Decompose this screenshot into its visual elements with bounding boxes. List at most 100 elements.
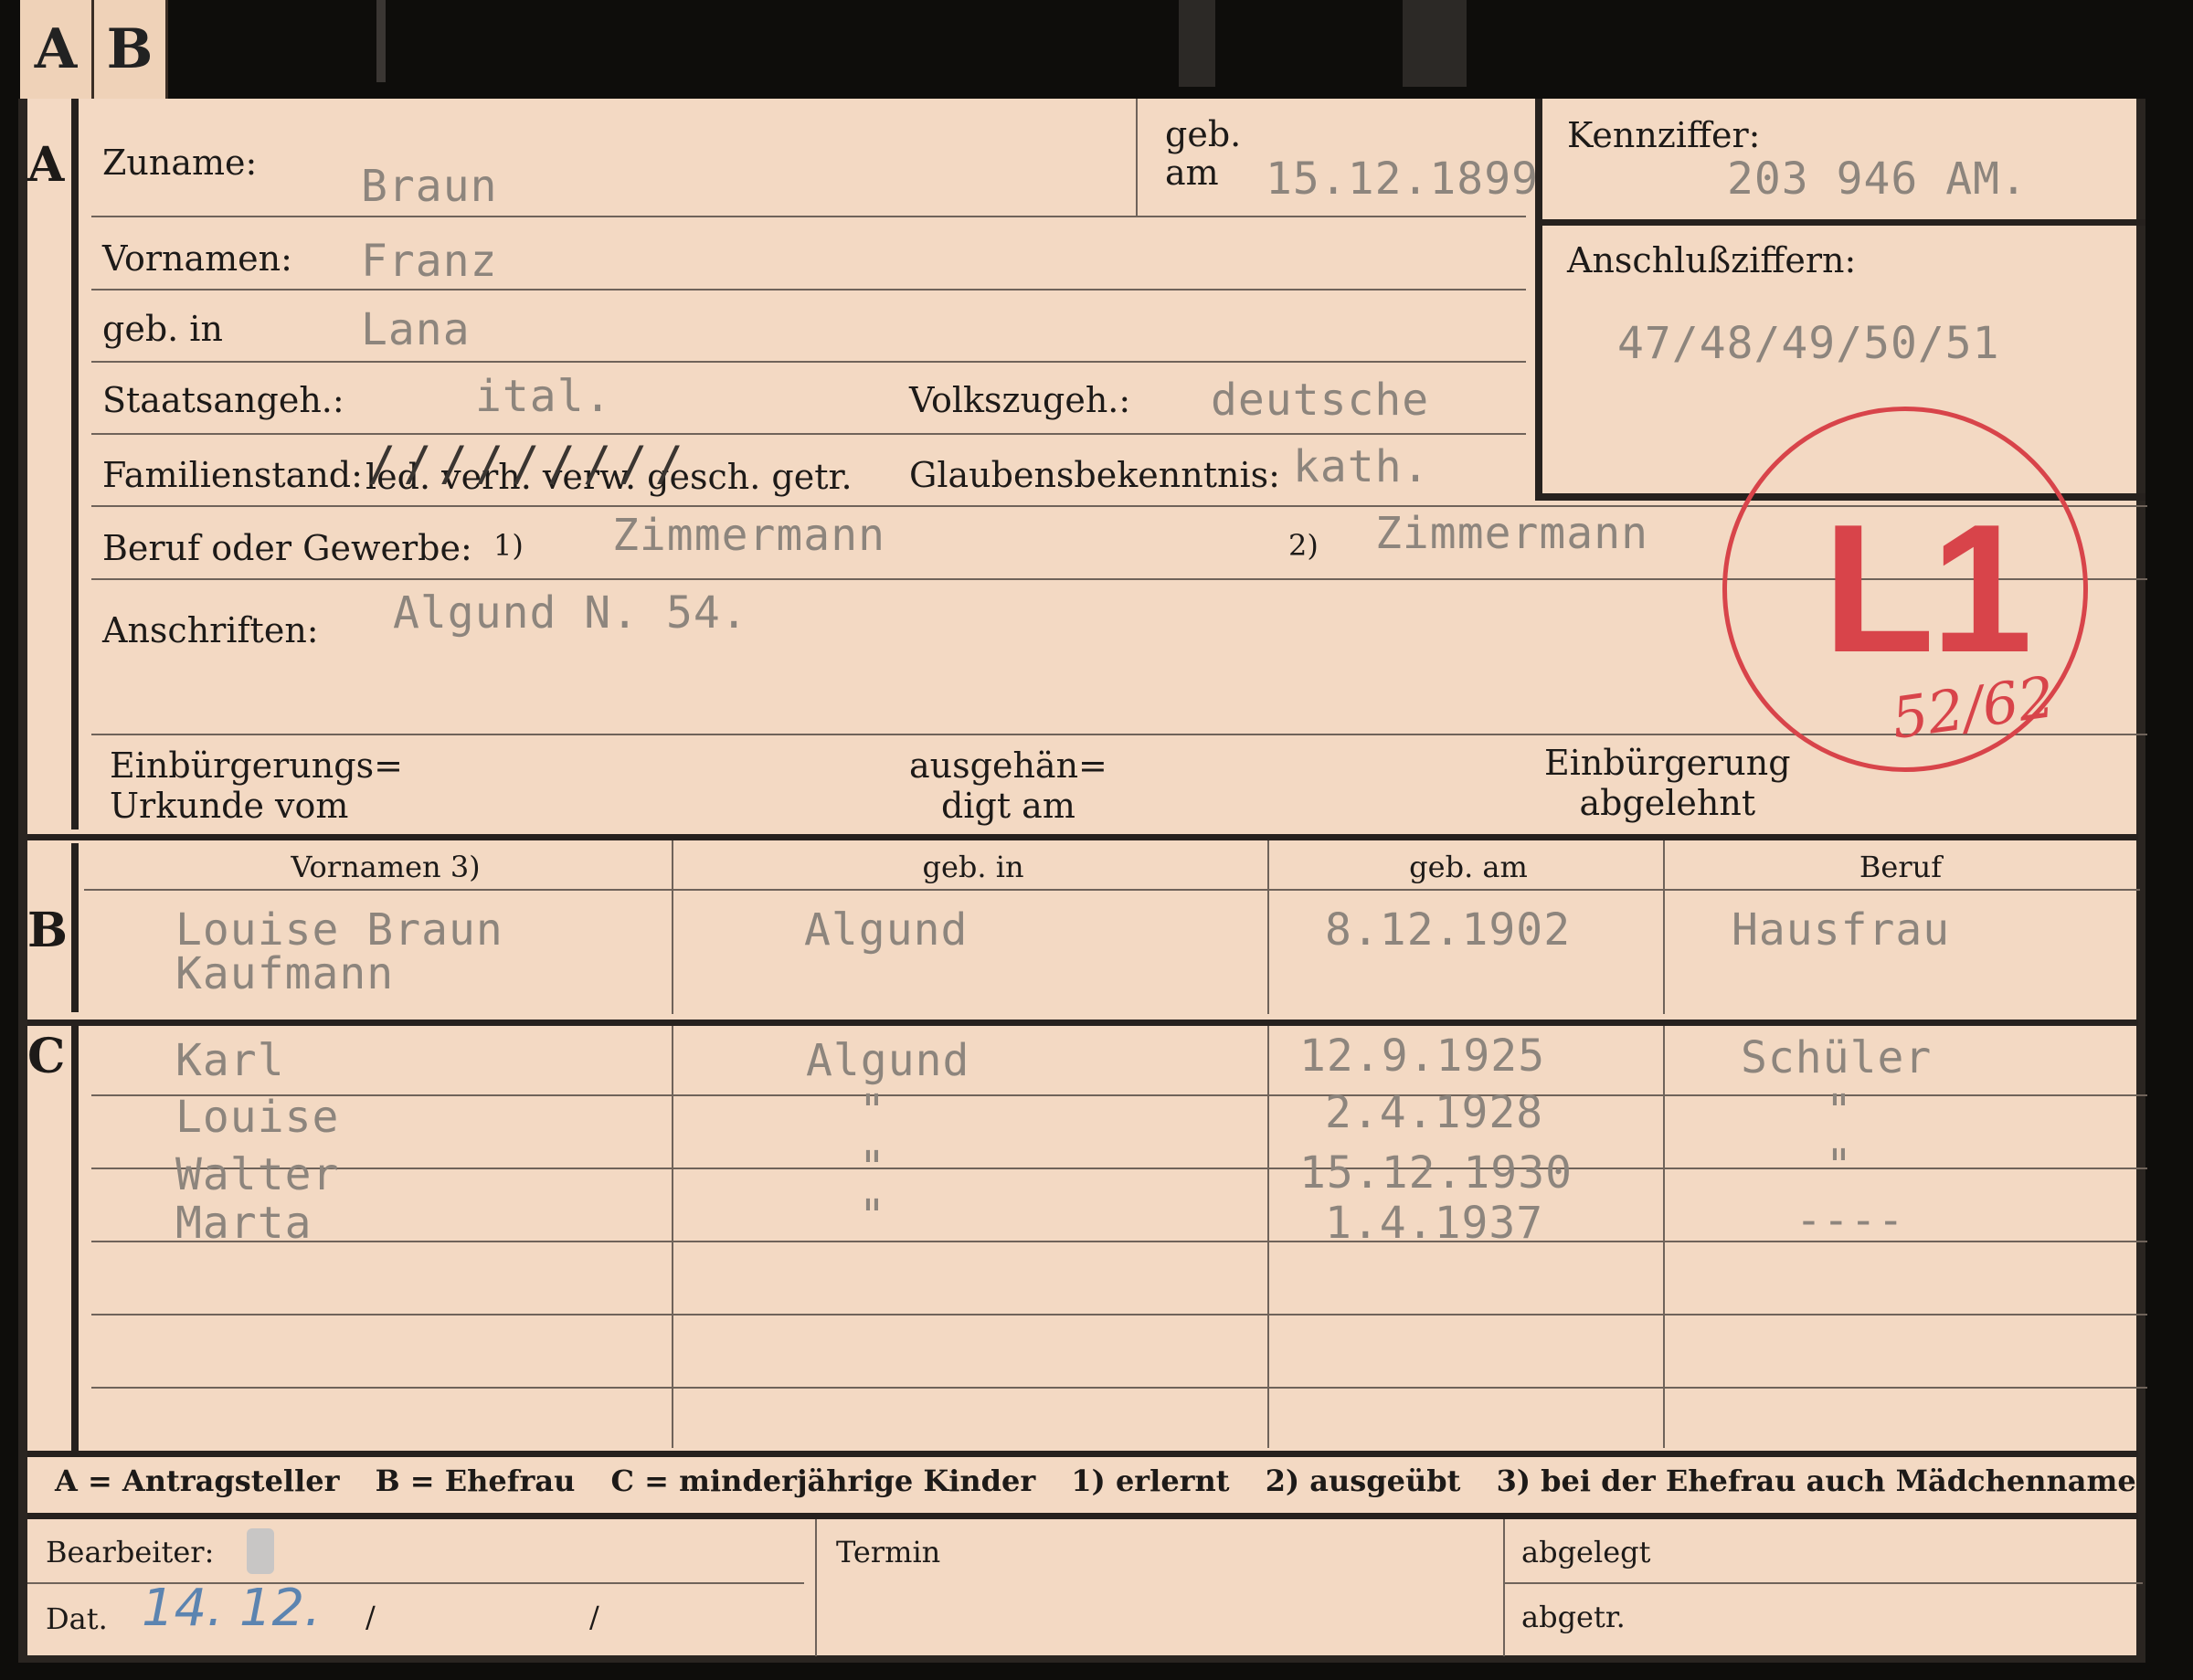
section-a-marker: A [27,137,65,193]
spouse-geb-in: Algund [804,904,969,956]
einb-abgelehnt-line1: Einbürgerung [1544,743,1791,783]
ausgeh-line1: ausgehän= [909,745,1107,786]
form-left-border [71,1026,79,1451]
child-name: Karl [175,1035,285,1086]
volks-value: deutsche [1211,375,1430,426]
child-beruf: " [1826,1085,1853,1136]
row-line [91,1314,2147,1315]
staats-label: Staatsangeh.: [102,380,344,420]
einb-abgelehnt-label: Einbürgerung abgelehnt [1544,743,1791,823]
legend-top-line [27,1451,2138,1457]
child-geb-am: 1.4.1937 [1325,1198,1544,1249]
familien-label: Familienstand: [102,455,363,495]
abgelegt-label: abgelegt [1521,1535,1651,1569]
zuname-value: Braun [361,161,498,212]
beruf-value-2: Zimmermann [1375,508,1648,559]
anschluss-label: Anschlußziffern: [1567,240,1857,280]
staats-value: ital. [475,371,612,422]
geb-in-value: Lana [361,304,471,355]
background-bar [1179,0,1215,87]
bearbeiter-initial-mark [247,1528,274,1574]
kennziffer-value: 203 946 AM. [1727,153,2028,205]
legend-c: C = minderjährige Kinder [610,1463,1036,1498]
stamp-code: L1 [1823,487,2032,691]
child-geb-in: " [859,1085,886,1136]
legend: A = Antragsteller B = Ehefrau C = minder… [55,1463,2162,1498]
einb-urkunde-label: Einbürgerungs= Urkunde vom [110,745,403,826]
child-geb-in: " [859,1190,886,1242]
header-line [84,889,2140,891]
col-header-geb-in: geb. in [922,850,1024,884]
form-left-border [71,843,79,1012]
vornamen-label: Vornamen: [102,238,292,279]
child-geb-in: Algund [806,1035,970,1086]
abgetr-label: abgetr. [1521,1600,1626,1634]
beruf-value-1: Zimmermann [612,510,885,561]
dat-separator: / [366,1600,376,1634]
einb-abgelehnt-line2: abgelehnt [1579,783,1756,823]
anschluss-value: 47/48/49/50/51 [1617,318,2000,369]
tab-b[interactable]: B [94,0,168,99]
dat-label: Dat. [46,1601,108,1636]
col-divider [672,1026,673,1448]
background-bar [376,0,386,82]
child-beruf: " [1826,1140,1853,1191]
child-geb-am: 15.12.1930 [1299,1147,1573,1199]
legend-bottom-line [27,1513,2138,1519]
child-name: Louise [175,1092,340,1143]
ausgeh-label: ausgehän= digt am [909,745,1107,826]
beruf-note-2: 2) [1288,528,1319,563]
footer-divider [1503,1519,1505,1656]
glauben-label: Glaubensbekenntnis: [909,455,1280,495]
registration-card: A Kennziffer: 203 946 AM. Anschlußziffer… [18,99,2147,1663]
anschriften-label: Anschriften: [102,610,319,650]
row-line [91,289,1526,291]
einb-urkunde-line1: Einbürgerungs= [110,745,403,786]
legend-note-3: 3) bei der Ehefrau auch Mädchenname [1496,1463,2136,1498]
col-divider [1663,840,1665,1014]
dat-value: 14. 12. [142,1579,321,1638]
geb-am-divider [1136,99,1138,216]
form-left-border [71,99,79,829]
child-name: Marta [175,1198,313,1249]
col-divider [1267,1026,1269,1448]
termin-label: Termin [836,1535,941,1569]
legend-a: A = Antragsteller [55,1463,340,1498]
legend-b: B = Ehefrau [375,1463,576,1498]
geb-am-value: 15.12.1899 [1266,153,1539,205]
zuname-label: Zuname: [102,143,258,183]
legend-note-2: 2) ausgeübt [1265,1463,1461,1498]
col-divider [1267,840,1269,1014]
child-geb-in: " [859,1142,886,1193]
col-divider [672,840,673,1014]
col-header-geb-am: geb. am [1409,850,1528,884]
section-c-marker: C [27,1029,66,1084]
dat-separator: / [589,1600,599,1634]
section-divider [27,834,2138,840]
row-line [91,216,1526,217]
geb-am-label-line2: am [1165,153,1219,193]
child-geb-am: 12.9.1925 [1299,1030,1546,1082]
section-divider [27,1020,2138,1026]
volks-label: Volkszugeh.: [909,380,1131,420]
footer-divider [815,1519,817,1656]
legend-note-1: 1) erlernt [1071,1463,1230,1498]
familien-strikeout: ///////// [367,437,691,491]
tab-a[interactable]: A [20,0,94,99]
kennziffer-divider [1535,219,2145,226]
geb-am-label: geb. am [1165,115,1241,192]
col-header-beruf: Beruf [1859,850,1943,884]
background-bar [1403,0,1467,87]
row-line [91,1387,2147,1389]
ausgeh-line2: digt am [941,786,1075,826]
footer-row-line [1503,1582,2143,1584]
child-name: Walter [175,1149,340,1200]
spouse-geb-am: 8.12.1902 [1325,904,1572,956]
glauben-value: kath. [1293,441,1430,492]
child-beruf: ---- [1796,1195,1905,1246]
row-line [91,361,1526,363]
col-header-vornamen: Vornamen 3) [291,850,481,884]
child-geb-am: 2.4.1928 [1325,1087,1544,1138]
anschriften-value: Algund N. 54. [393,587,748,639]
einb-urkunde-line2: Urkunde vom [110,786,349,826]
